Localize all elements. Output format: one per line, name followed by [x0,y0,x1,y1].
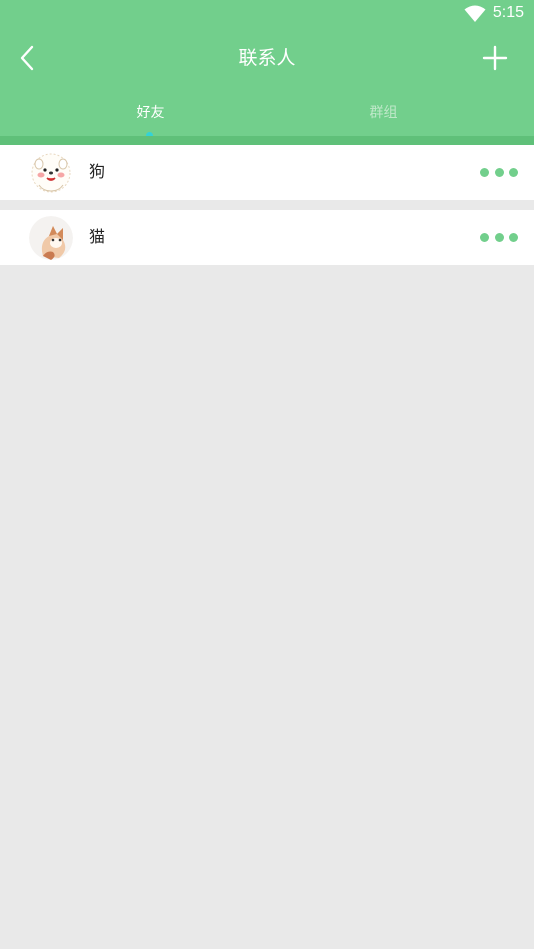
contact-name: 猫 [89,227,106,246]
dog-avatar [29,151,73,195]
tab-bar: 好友 群组 [0,96,534,136]
cat-avatar [29,216,73,260]
more-dot [509,232,518,242]
wifi-icon [464,5,486,22]
add-contact-button[interactable] [480,43,510,73]
contact-more-button[interactable] [480,163,518,181]
contact-more-button[interactable] [480,228,518,246]
status-bar: 5:15 [0,0,534,28]
more-dots-icon [480,167,489,177]
contact-row-dog[interactable]: 狗 [0,145,534,200]
more-dot [494,232,504,242]
more-dot [494,167,504,177]
status-time: 5:15 [492,4,524,21]
more-dots-icon [480,232,489,242]
tab-friends[interactable]: 好友 [17,96,284,136]
tab-groups[interactable]: 群组 [250,96,517,136]
more-dot [509,167,518,177]
contact-name: 狗 [89,162,106,181]
contact-row-cat[interactable]: 猫 [0,210,534,265]
plus-icon [482,45,508,71]
page-title: 联系人 [238,47,296,69]
app-header: 5:15 联系人 好友 群组 [0,0,534,140]
header-divider [0,136,534,145]
